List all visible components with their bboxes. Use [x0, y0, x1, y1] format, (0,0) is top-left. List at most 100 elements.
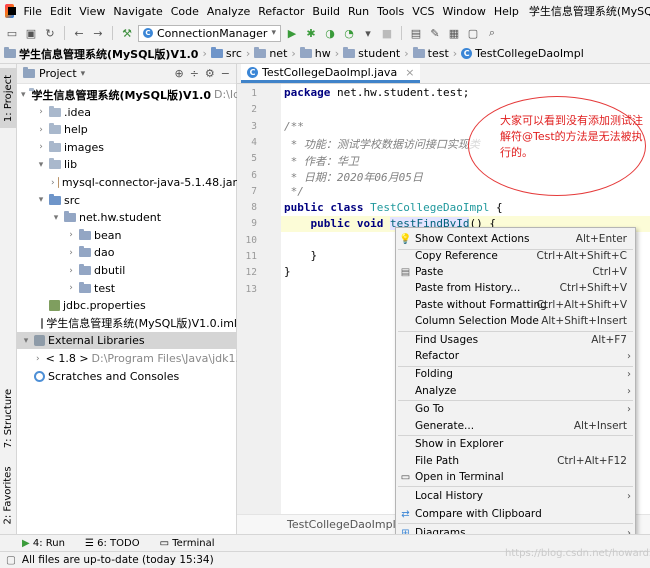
chevron-down-icon[interactable]: ▾: [21, 336, 31, 346]
menu-navigate[interactable]: Navigate: [109, 5, 166, 18]
context-menu-item-folding[interactable]: Folding ›: [396, 366, 635, 382]
chevron-right-icon[interactable]: ›: [66, 266, 76, 276]
tool-tab-todo[interactable]: ☰ 6: TODO: [85, 538, 140, 549]
chevron-right-icon[interactable]: ›: [36, 125, 46, 135]
save-icon[interactable]: ▣: [23, 25, 39, 41]
code-line-1[interactable]: package net.hw.student.test;: [284, 86, 469, 99]
code-line-4[interactable]: * 功能：测试学校数据访问接口实现类: [284, 136, 480, 152]
code-line-5[interactable]: * 作者：华卫: [284, 153, 359, 169]
context-menu-item-find-usages[interactable]: Find Usages Alt+F7: [396, 332, 635, 348]
tree-item[interactable]: › mysql-connector-java-5.1.48.jar: [17, 174, 237, 191]
forward-icon[interactable]: →: [90, 25, 106, 41]
code-line-3[interactable]: /**: [284, 120, 304, 133]
breadcrumb-item-net[interactable]: net: [254, 47, 287, 60]
context-menu-item-paste-from-history[interactable]: Paste from History... Ctrl+Shift+V: [396, 280, 635, 296]
tree-item[interactable]: › dbutil: [17, 262, 237, 279]
tree-item[interactable]: › images: [17, 139, 237, 156]
tree-item[interactable]: Scratches and Consoles: [17, 368, 237, 385]
tree-item[interactable]: 学生信息管理系统(MySQL版)V1.0.iml: [17, 315, 237, 332]
context-menu-item-copy-reference[interactable]: Copy Reference Ctrl+Alt+Shift+C: [396, 248, 635, 264]
collapse-all-icon[interactable]: ÷: [190, 67, 199, 80]
project-view-title[interactable]: Project: [39, 67, 77, 80]
menu-refactor[interactable]: Refactor: [254, 5, 308, 18]
menu-edit[interactable]: Edit: [46, 5, 75, 18]
chevron-down-icon[interactable]: ▾: [21, 90, 26, 100]
menu-file[interactable]: File: [20, 5, 46, 18]
tree-item[interactable]: › help: [17, 121, 237, 138]
breadcrumb-item-class[interactable]: C TestCollegeDaoImpl: [461, 47, 584, 60]
project-structure-icon[interactable]: ▤: [408, 25, 424, 41]
context-menu-item-show-in-explorer[interactable]: Show in Explorer: [396, 436, 635, 452]
tab-testcollegedaoimpl[interactable]: C TestCollegeDaoImpl.java ×: [241, 64, 421, 83]
editor-breadcrumb-class[interactable]: TestCollegeDaoImpl: [287, 518, 396, 531]
gear-icon[interactable]: ⚙: [205, 67, 215, 80]
chevron-right-icon[interactable]: ›: [36, 107, 46, 117]
tree-item[interactable]: ▾ net.hw.student: [17, 209, 237, 226]
chevron-right-icon[interactable]: ›: [66, 283, 76, 293]
back-icon[interactable]: ←: [71, 25, 87, 41]
tree-item[interactable]: › dao: [17, 244, 237, 261]
menu-run[interactable]: Run: [344, 5, 373, 18]
tree-item[interactable]: jdbc.properties: [17, 297, 237, 314]
chevron-right-icon[interactable]: ›: [36, 142, 46, 152]
tool-tab-run[interactable]: ▶ 4: Run: [22, 538, 65, 549]
open-folder-icon[interactable]: ▭: [4, 25, 20, 41]
chevron-down-icon[interactable]: ▾: [36, 160, 46, 170]
context-menu-item-refactor[interactable]: Refactor ›: [396, 348, 635, 364]
context-menu-item-generate[interactable]: Generate... Alt+Insert: [396, 418, 635, 434]
settings-wrench-icon[interactable]: ✎: [427, 25, 443, 41]
search-icon[interactable]: ⌕: [484, 25, 500, 41]
tree-item[interactable]: ▾ External Libraries: [17, 332, 237, 350]
menu-build[interactable]: Build: [308, 5, 344, 18]
context-menu-item-paste[interactable]: ▤ Paste Ctrl+V: [396, 264, 635, 280]
code-line-7[interactable]: */: [284, 185, 304, 198]
code-line-6[interactable]: * 日期：2020年06月05日: [284, 169, 423, 185]
tool-tab-project[interactable]: 1: Project: [0, 68, 17, 128]
menu-tools[interactable]: Tools: [373, 5, 408, 18]
menu-analyze[interactable]: Analyze: [203, 5, 254, 18]
close-icon[interactable]: ×: [405, 66, 414, 79]
code-line-11[interactable]: }: [284, 249, 317, 262]
context-menu-item-file-path[interactable]: File Path Ctrl+Alt+F12: [396, 453, 635, 469]
tree-item[interactable]: ▾学生信息管理系统(MySQL版)V1.0D:\IdeaP: [17, 86, 260, 103]
code-line-8[interactable]: public class TestCollegeDaoImpl {: [284, 201, 503, 214]
tool-tab-structure[interactable]: 7: Structure: [0, 382, 17, 454]
menu-help[interactable]: Help: [490, 5, 523, 18]
breadcrumb-item-hw[interactable]: hw: [299, 47, 331, 60]
build-hammer-icon[interactable]: ⚒: [119, 25, 135, 41]
breadcrumb-item-student[interactable]: student: [343, 47, 400, 60]
context-menu-item-compare-with-clipboard[interactable]: ⇄ Compare with Clipboard: [396, 506, 635, 522]
menu-view[interactable]: View: [75, 5, 109, 18]
chevron-right-icon[interactable]: ›: [66, 230, 76, 240]
debug-icon[interactable]: ✱: [303, 25, 319, 41]
sync-icon[interactable]: ↻: [42, 25, 58, 41]
context-menu-item-open-in-terminal[interactable]: ▭ Open in Terminal: [396, 469, 635, 485]
tree-item[interactable]: › .idea: [17, 104, 237, 121]
breadcrumb-item-test[interactable]: test: [412, 47, 449, 60]
tree-item[interactable]: › bean: [17, 227, 237, 244]
more-run-icon[interactable]: ▾: [360, 25, 376, 41]
hide-panel-icon[interactable]: −: [221, 67, 230, 80]
tool-tab-favorites[interactable]: 2: Favorites: [0, 459, 17, 531]
context-menu-item-go-to[interactable]: Go To ›: [396, 401, 635, 417]
chevron-down-icon[interactable]: ▾: [36, 195, 46, 205]
tool-tab-terminal[interactable]: ▭ Terminal: [160, 538, 215, 549]
breadcrumb-item-src[interactable]: src: [210, 47, 242, 60]
tree-item[interactable]: ▾ src: [17, 192, 237, 209]
menu-window[interactable]: Window: [438, 5, 489, 18]
menu-code[interactable]: Code: [167, 5, 203, 18]
breadcrumb-item-project[interactable]: 学生信息管理系统(MySQL版)V1.0: [4, 46, 198, 62]
context-menu-item-paste-without-formatting[interactable]: Paste without Formatting Ctrl+Alt+Shift+V: [396, 297, 635, 313]
chevron-right-icon[interactable]: ›: [66, 248, 76, 258]
context-menu-item-local-history[interactable]: Local History ›: [396, 488, 635, 504]
locate-target-icon[interactable]: ⊕: [174, 67, 183, 80]
run-configuration-select[interactable]: C ConnectionManager ▾: [138, 24, 281, 42]
module-settings-icon[interactable]: ▦: [446, 25, 462, 41]
layout-icon[interactable]: ▢: [465, 25, 481, 41]
chevron-down-icon[interactable]: ▾: [81, 69, 86, 79]
status-panel-icon[interactable]: ▢: [6, 554, 16, 566]
tree-item[interactable]: › test: [17, 280, 237, 297]
chevron-right-icon[interactable]: ›: [36, 354, 40, 364]
context-menu-item-show-context-actions[interactable]: 💡 Show Context Actions Alt+Enter: [396, 231, 635, 247]
code-line-12[interactable]: }: [284, 265, 291, 278]
